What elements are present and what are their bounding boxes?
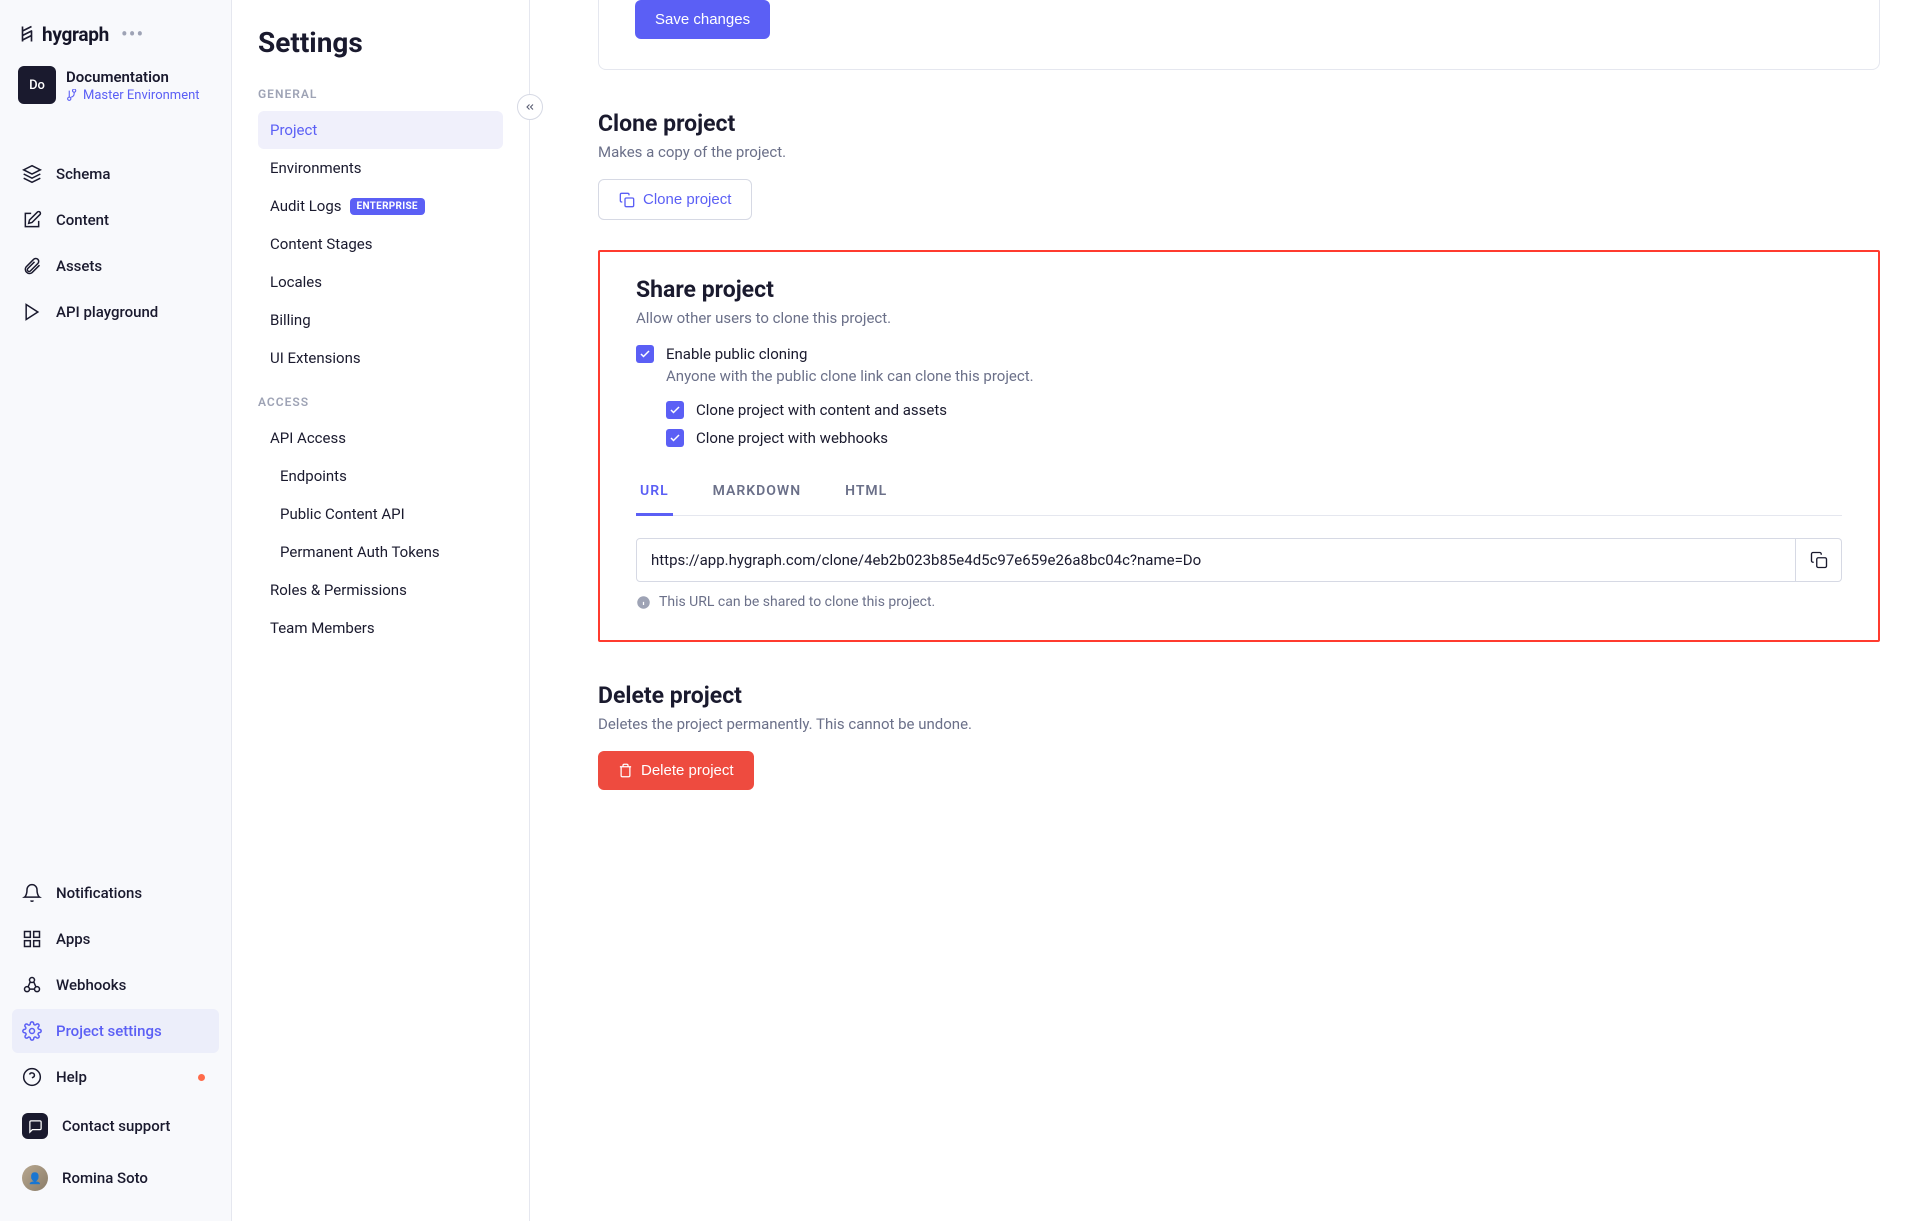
copy-url-button[interactable] [1796, 538, 1842, 582]
more-icon[interactable]: ••• [121, 22, 144, 46]
settings-roles-permissions[interactable]: Roles & Permissions [258, 571, 503, 609]
save-changes-button[interactable]: Save changes [635, 0, 770, 39]
tab-markdown[interactable]: MARKDOWN [709, 473, 805, 516]
settings-content-stages[interactable]: Content Stages [258, 225, 503, 263]
settings-api-access[interactable]: API Access [258, 419, 503, 457]
settings-endpoints[interactable]: Endpoints [258, 457, 503, 495]
edit-icon [22, 210, 42, 230]
project-environment: Master Environment [66, 88, 200, 103]
settings-perm-auth-tokens[interactable]: Permanent Auth Tokens [258, 533, 503, 571]
project-switcher[interactable]: Do Documentation Master Environment [12, 60, 219, 112]
settings-audit-logs[interactable]: Audit Logs ENTERPRISE [258, 187, 503, 225]
general-heading: GENERAL [258, 87, 503, 101]
chevron-double-left-icon [524, 101, 536, 113]
gear-icon [22, 1021, 42, 1041]
clone-with-content-label: Clone project with content and assets [696, 401, 947, 419]
info-icon [636, 595, 651, 610]
clone-with-webhooks-checkbox[interactable] [666, 429, 684, 447]
clone-with-content-checkbox[interactable] [666, 401, 684, 419]
delete-title: Delete project [598, 682, 1880, 709]
trash-icon [618, 763, 633, 778]
check-icon [669, 432, 681, 444]
nav-apps[interactable]: Apps [12, 917, 219, 961]
delete-project-button[interactable]: Delete project [598, 751, 754, 790]
share-project-section: Share project Allow other users to clone… [598, 250, 1880, 642]
clone-title: Clone project [598, 110, 1880, 137]
hygraph-icon [18, 25, 36, 43]
settings-public-content-api[interactable]: Public Content API [258, 495, 503, 533]
nav-main-group: Schema Content Assets API playground [12, 152, 219, 334]
check-icon [669, 404, 681, 416]
nav-playground[interactable]: API playground [12, 290, 219, 334]
delete-section: Delete project Deletes the project perma… [598, 682, 1880, 790]
sidebar-secondary: Settings GENERAL Project Environments Au… [232, 0, 530, 1221]
share-url-hint: This URL can be shared to clone this pro… [659, 594, 935, 610]
settings-environments[interactable]: Environments [258, 149, 503, 187]
nav-project-settings[interactable]: Project settings [12, 1009, 219, 1053]
nav-notifications[interactable]: Notifications [12, 871, 219, 915]
notification-dot [198, 1074, 205, 1081]
access-heading: ACCESS [258, 395, 503, 409]
chat-icon [22, 1113, 48, 1139]
settings-project[interactable]: Project [258, 111, 503, 149]
delete-desc: Deletes the project permanently. This ca… [598, 715, 1880, 733]
check-icon [639, 348, 651, 360]
settings-locales[interactable]: Locales [258, 263, 503, 301]
share-url-input[interactable] [636, 538, 1796, 582]
webhook-icon [22, 975, 42, 995]
save-card: Save changes [598, 0, 1880, 70]
share-title: Share project [636, 276, 1842, 303]
project-name: Documentation [66, 68, 200, 86]
avatar: 👤 [22, 1165, 48, 1191]
settings-team-members[interactable]: Team Members [258, 609, 503, 647]
copy-icon [619, 192, 635, 208]
nav-webhooks[interactable]: Webhooks [12, 963, 219, 1007]
nav-schema[interactable]: Schema [12, 152, 219, 196]
main-content: Save changes Clone project Makes a copy … [530, 0, 1920, 1221]
branch-icon [66, 89, 79, 102]
nav-contact-support[interactable]: Contact support [12, 1101, 219, 1151]
brand-logo[interactable]: hygraph ••• [12, 18, 219, 60]
copy-icon [1810, 551, 1828, 569]
nav-lower-group: Notifications Apps Webhooks Project sett… [12, 871, 219, 1203]
settings-billing[interactable]: Billing [258, 301, 503, 339]
sidebar-primary: hygraph ••• Do Documentation Master Envi… [0, 0, 232, 1221]
clone-section: Clone project Makes a copy of the projec… [598, 110, 1880, 220]
collapse-sidebar-button[interactable] [517, 94, 543, 120]
clone-desc: Makes a copy of the project. [598, 143, 1880, 161]
brand-name: hygraph [42, 23, 109, 46]
layers-icon [22, 164, 42, 184]
bell-icon [22, 883, 42, 903]
share-desc: Allow other users to clone this project. [636, 309, 1842, 327]
settings-title: Settings [258, 26, 503, 59]
nav-user-profile[interactable]: 👤 Romina Soto [12, 1153, 219, 1203]
tab-html[interactable]: HTML [841, 473, 891, 516]
enable-public-cloning-label: Enable public cloning [666, 345, 807, 363]
clone-project-button[interactable]: Clone project [598, 179, 752, 220]
project-badge: Do [18, 66, 56, 104]
nav-content[interactable]: Content [12, 198, 219, 242]
nav-assets[interactable]: Assets [12, 244, 219, 288]
clone-with-webhooks-label: Clone project with webhooks [696, 429, 888, 447]
tab-url[interactable]: URL [636, 473, 673, 516]
enterprise-badge: ENTERPRISE [350, 198, 425, 215]
settings-ui-extensions[interactable]: UI Extensions [258, 339, 503, 377]
enable-public-cloning-desc: Anyone with the public clone link can cl… [666, 367, 1842, 385]
paperclip-icon [22, 256, 42, 276]
grid-icon [22, 929, 42, 949]
help-icon [22, 1067, 42, 1087]
play-icon [22, 302, 42, 322]
enable-public-cloning-checkbox[interactable] [636, 345, 654, 363]
share-format-tabs: URL MARKDOWN HTML [636, 473, 1842, 516]
nav-help[interactable]: Help [12, 1055, 219, 1099]
